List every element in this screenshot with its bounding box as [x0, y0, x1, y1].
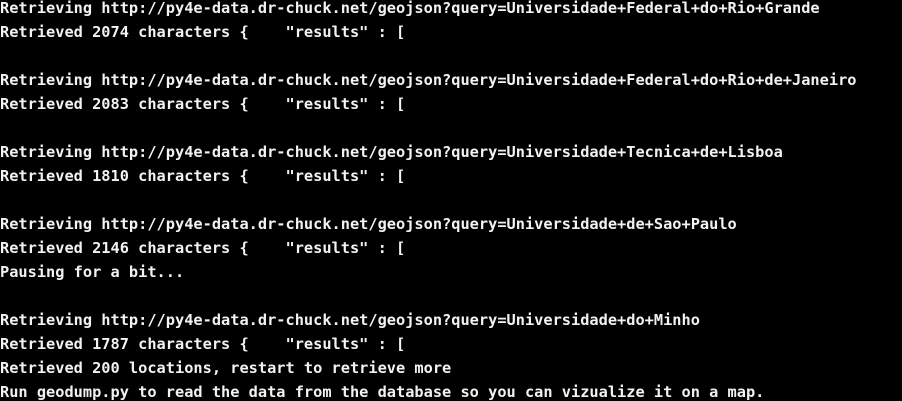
terminal-line-retrieving-url: Retrieving http://py4e-data.dr-chuck.net… — [0, 143, 783, 161]
terminal-line-retrieved-count: Retrieved 2146 characters { "results" : … — [0, 239, 406, 257]
terminal-line-retrieving-url: Retrieving http://py4e-data.dr-chuck.net… — [0, 311, 700, 329]
terminal-line-retrieved-count: Retrieved 2083 characters { "results" : … — [0, 95, 406, 113]
terminal-line-locations-summary: Retrieved 200 locations, restart to retr… — [0, 359, 452, 377]
terminal-line-pausing: Pausing for a bit... — [0, 263, 185, 281]
terminal-output[interactable]: Retrieving http://py4e-data.dr-chuck.net… — [0, 0, 902, 401]
terminal-line-geodump-hint: Run geodump.py to read the data from the… — [0, 383, 765, 401]
terminal-line-retrieving-url: Retrieving http://py4e-data.dr-chuck.net… — [0, 71, 857, 89]
terminal-line-retrieved-count: Retrieved 2074 characters { "results" : … — [0, 23, 406, 41]
terminal-line-retrieved-count: Retrieved 1787 characters { "results" : … — [0, 335, 406, 353]
terminal-line-retrieving-url: Retrieving http://py4e-data.dr-chuck.net… — [0, 215, 737, 233]
terminal-line-retrieving-url: Retrieving http://py4e-data.dr-chuck.net… — [0, 0, 820, 17]
terminal-line-retrieved-count: Retrieved 1810 characters { "results" : … — [0, 167, 406, 185]
